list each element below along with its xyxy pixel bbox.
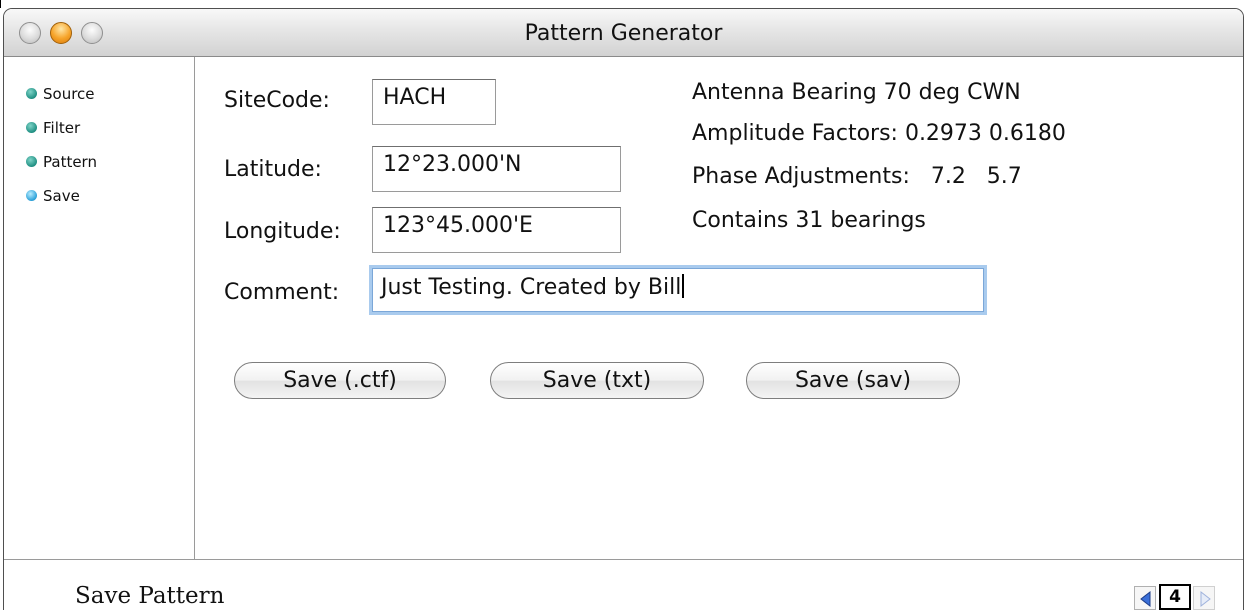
comment-value: Just Testing. Created by Bill [381,275,682,300]
window-title: Pattern Generator [524,21,723,46]
antenna-bearing-text: Antenna Bearing 70 deg CWN [692,80,1021,105]
save-ctf-button[interactable]: Save (.ctf) [234,362,446,399]
step-bullet-icon [26,156,37,167]
text-caret [682,274,685,298]
longitude-field[interactable]: 123°45.000'E [372,207,621,253]
step-pattern: Pattern [26,153,97,171]
comment-field[interactable]: Just Testing. Created by Bill [372,268,984,312]
save-sav-button[interactable]: Save (sav) [746,362,960,399]
next-page-button[interactable] [1193,586,1215,610]
next-arrow-icon [1200,590,1211,608]
longitude-label: Longitude: [224,219,341,244]
step-bullet-icon [26,122,37,133]
step-source: Source [26,85,95,103]
previous-arrow-icon [1140,590,1151,608]
title-bar[interactable]: Pattern Generator [4,9,1243,57]
status-text: Save Pattern [75,583,225,609]
step-sidebar: Source Filter Pattern Save [4,57,195,559]
phase-adjustments-text: Phase Adjustments: 7.2 5.7 [692,164,1022,189]
step-bullet-icon [26,88,37,99]
backdrop-edge [0,0,1,8]
current-step-bullet-icon [26,190,37,201]
latitude-field[interactable]: 12°23.000'N [372,146,621,192]
sitecode-label: SiteCode: [224,88,330,113]
step-save: Save [26,187,80,205]
previous-page-button[interactable] [1134,586,1156,610]
step-label: Pattern [43,153,97,171]
bearing-count-text: Contains 31 bearings [692,208,926,233]
comment-label: Comment: [224,280,340,305]
step-label: Source [43,85,95,103]
step-label: Filter [43,119,81,137]
sitecode-field[interactable]: HACH [372,79,496,125]
amplitude-factors-text: Amplitude Factors: 0.2973 0.6180 [692,121,1066,146]
page-number: 4 [1159,584,1191,610]
save-txt-button[interactable]: Save (txt) [490,362,704,399]
latitude-label: Latitude: [224,157,322,182]
step-filter: Filter [26,119,80,137]
step-label: Save [43,187,80,205]
